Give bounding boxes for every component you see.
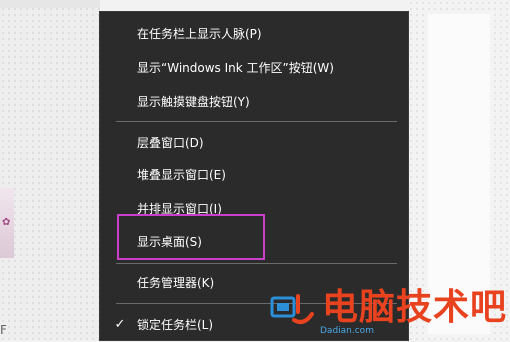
- menu-item-label: 堆叠显示窗口(E): [137, 168, 226, 182]
- checkmark-icon: ✓: [114, 317, 126, 332]
- menu-separator: [116, 263, 397, 264]
- menu-item-show-people[interactable]: 在任务栏上显示人脉(P): [100, 17, 408, 51]
- watermark-logo-icon: [270, 294, 314, 324]
- menu-item-windows-ink-button[interactable]: 显示“Windows Ink 工作区”按钮(W): [100, 51, 408, 85]
- menu-item-label: 任务管理器(K): [137, 276, 215, 290]
- highlight-annotation-box: [117, 214, 265, 260]
- watermark: 电脑技术吧 Dadian.com: [266, 284, 510, 340]
- edge-text: F: [0, 323, 7, 337]
- menu-item-label: 显示“Windows Ink 工作区”按钮(W): [137, 61, 334, 75]
- tile-glyph-icon: ✿: [2, 217, 11, 228]
- watermark-subtext: Dadian.com: [320, 326, 374, 336]
- menu-separator: [116, 121, 397, 122]
- desktop-background-left: ✿ F: [0, 0, 100, 340]
- menu-item-cascade-windows[interactable]: 层叠窗口(D): [100, 126, 408, 160]
- menu-item-label: 在任务栏上显示人脉(P): [137, 27, 262, 41]
- menu-item-label: 显示触摸键盘按钮(Y): [137, 95, 250, 109]
- window-edge-strip: [0, 0, 100, 8]
- watermark-text: 电脑技术吧: [322, 287, 508, 328]
- menu-item-touch-keyboard-button[interactable]: 显示触摸键盘按钮(Y): [100, 85, 408, 119]
- menu-item-label: 锁定任务栏(L): [137, 318, 214, 332]
- menu-item-label: 层叠窗口(D): [137, 136, 204, 150]
- menu-item-stack-windows[interactable]: 堆叠显示窗口(E): [100, 158, 408, 192]
